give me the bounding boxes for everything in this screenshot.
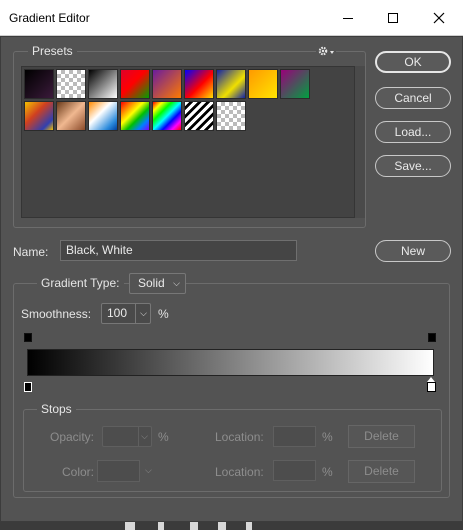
color-location-unit: % [322, 465, 333, 479]
opacity-stop-right[interactable] [428, 333, 436, 342]
preset-swatch[interactable] [56, 101, 86, 131]
smoothness-unit: % [158, 307, 169, 321]
preset-swatch[interactable] [120, 69, 150, 99]
presets-label: Presets [28, 44, 77, 58]
gradient-preview-bar[interactable] [27, 349, 434, 376]
preset-swatch[interactable] [248, 69, 278, 99]
background-app-strip [0, 522, 463, 530]
maximize-icon [388, 13, 398, 23]
save-button[interactable]: Save... [375, 155, 451, 177]
preset-swatch[interactable] [24, 69, 54, 99]
name-field[interactable]: Black, White [60, 240, 297, 261]
title-bar: Gradient Editor [0, 0, 463, 36]
presets-scrollbar[interactable] [355, 66, 365, 218]
window-title: Gradient Editor [9, 11, 90, 25]
opacity-delete-button[interactable]: Delete [348, 425, 415, 448]
preset-swatch[interactable] [88, 101, 118, 131]
name-label: Name: [13, 245, 49, 259]
color-label: Color: [62, 465, 95, 479]
preset-swatch[interactable] [216, 101, 246, 131]
preset-swatch[interactable] [184, 69, 214, 99]
maximize-button[interactable] [372, 0, 414, 36]
close-button[interactable] [418, 0, 460, 36]
opacity-location-label: Location: [215, 430, 264, 444]
gradient-type-label: Gradient Type: [37, 276, 124, 290]
chevron-down-icon: ⌵ [145, 465, 152, 475]
color-location-label: Location: [215, 465, 264, 479]
stops-label: Stops [37, 402, 76, 416]
preset-swatch[interactable] [56, 69, 86, 99]
color-stop-right[interactable] [427, 382, 436, 392]
load-button[interactable]: Load... [375, 121, 451, 143]
color-stop-left[interactable] [24, 382, 32, 392]
smoothness-label: Smoothness: [21, 307, 92, 321]
color-swatch[interactable] [97, 460, 140, 482]
preset-swatch[interactable] [184, 101, 214, 131]
gear-icon [318, 46, 334, 56]
opacity-location-unit: % [322, 430, 333, 444]
preset-swatch[interactable] [280, 69, 310, 99]
color-delete-button[interactable]: Delete [348, 460, 415, 483]
color-location-field[interactable] [273, 460, 316, 481]
smoothness-value: 100 [107, 306, 128, 320]
smoothness-field[interactable]: 100 ⌵ [101, 303, 151, 324]
close-icon [433, 12, 445, 24]
opacity-location-field[interactable] [273, 426, 316, 447]
new-button[interactable]: New [375, 240, 451, 262]
presets-settings-button[interactable] [316, 44, 336, 58]
preset-swatch[interactable] [152, 101, 182, 131]
opacity-stop-left[interactable] [24, 333, 32, 342]
preset-swatch[interactable] [152, 69, 182, 99]
opacity-field[interactable]: ⌵ [102, 426, 152, 447]
minimize-button[interactable] [327, 0, 369, 36]
preset-swatch[interactable] [88, 69, 118, 99]
chevron-down-icon: ⌵ [173, 278, 180, 288]
preset-swatch[interactable] [120, 101, 150, 131]
chevron-down-icon: ⌵ [140, 308, 147, 318]
preset-swatch[interactable] [24, 101, 54, 131]
gradient-type-select[interactable]: Solid ⌵ [129, 273, 186, 294]
opacity-label: Opacity: [50, 430, 95, 444]
minimize-icon [343, 18, 353, 19]
preset-swatch[interactable] [216, 69, 246, 99]
cancel-button[interactable]: Cancel [375, 87, 451, 109]
chevron-down-icon: ⌵ [141, 431, 148, 441]
opacity-unit: % [158, 430, 169, 444]
gradient-type-value: Solid [138, 276, 165, 290]
ok-button[interactable]: OK [375, 51, 451, 73]
preset-swatch-grid [21, 66, 355, 218]
